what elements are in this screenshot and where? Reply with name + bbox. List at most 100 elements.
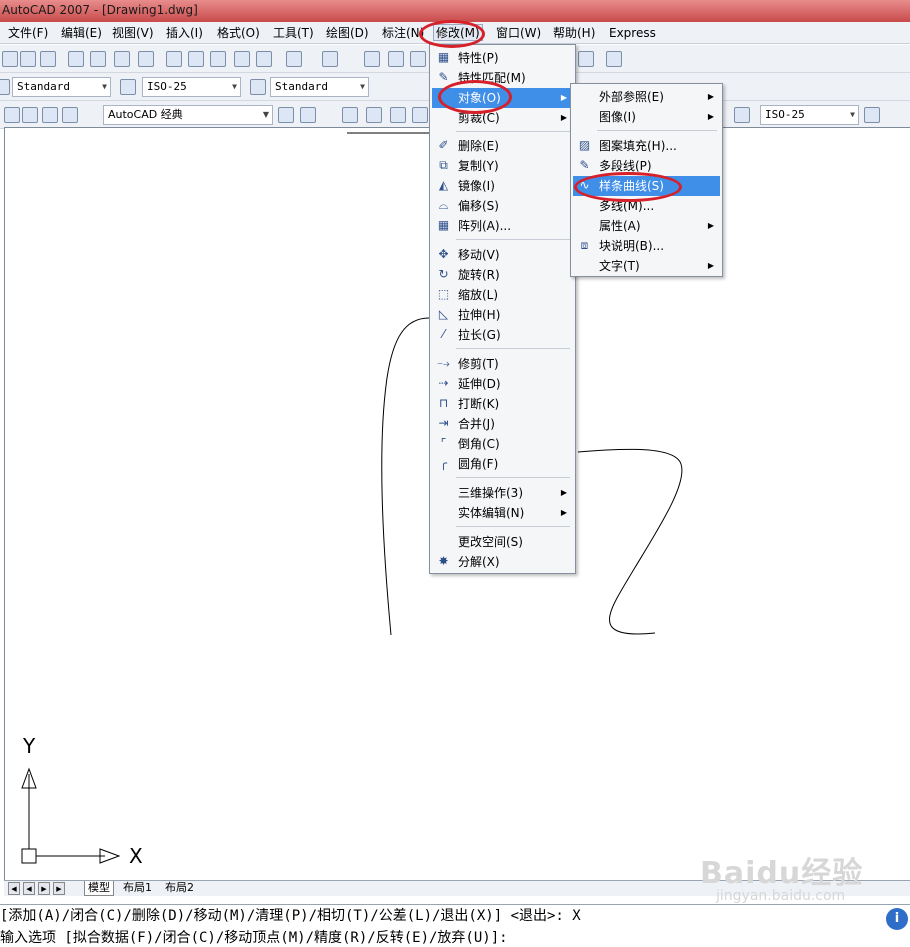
menu-item-3d-operations[interactable]: 三维操作(3) ▶ [432, 483, 573, 503]
tab-model[interactable]: 模型 [84, 881, 114, 896]
menu-item-solid-editing[interactable]: 实体编辑(N) ▶ [432, 503, 573, 523]
menu-view[interactable]: 视图(V) [110, 25, 156, 42]
arc-length-icon[interactable] [390, 107, 406, 123]
menu-draw[interactable]: 绘图(D) [324, 25, 371, 42]
menu-format[interactable]: 格式(O) [215, 25, 262, 42]
pan-icon[interactable] [364, 51, 380, 67]
submenu-item-xref[interactable]: 外部参照(E) ▶ [573, 87, 720, 107]
dim-edit-icon[interactable] [734, 107, 750, 123]
layer-current-icon[interactable] [62, 107, 78, 123]
fillet-icon: ╭ [439, 456, 448, 470]
menu-item-join[interactable]: ⇥ 合并(J) [432, 414, 573, 434]
ordinate-dim-icon[interactable] [412, 107, 428, 123]
spline-curve-right [577, 448, 683, 635]
calculator-icon[interactable] [578, 51, 594, 67]
new-icon[interactable] [2, 51, 18, 67]
tab-layout2[interactable]: 布局2 [162, 881, 197, 896]
block-editor-icon[interactable] [256, 51, 272, 67]
menu-item-erase[interactable]: ✐ 删除(E) [432, 136, 573, 156]
workspace-value: AutoCAD 经典 [108, 108, 183, 121]
menu-item-array[interactable]: ▦ 阵列(A)... [432, 216, 573, 236]
menu-item-fillet[interactable]: ╭ 圆角(F) [432, 454, 573, 474]
tab-layout1[interactable]: 布局1 [120, 881, 155, 896]
menu-tools[interactable]: 工具(T) [271, 25, 316, 42]
table-style-icon[interactable] [250, 79, 266, 95]
menu-item-rotate[interactable]: ↻ 旋转(R) [432, 265, 573, 285]
preview-icon[interactable] [90, 51, 106, 67]
menu-item-extend[interactable]: ⇢ 延伸(D) [432, 374, 573, 394]
hatch-icon: ▨ [578, 138, 591, 152]
menu-item-change-space[interactable]: 更改空间(S) [432, 532, 573, 552]
spline-curve-left [381, 317, 430, 636]
dim-style-select-right[interactable]: ISO-25 ▼ [760, 105, 859, 125]
menu-item-break[interactable]: ⊓ 打断(K) [432, 394, 573, 414]
eraser-icon: ✐ [438, 138, 449, 152]
ucs-y-label: Y [23, 734, 36, 758]
3d-dwf-icon[interactable] [138, 51, 154, 67]
submenu-item-hatch[interactable]: ▨ 图案填充(H)... [573, 136, 720, 156]
menu-item-stretch[interactable]: ◺ 拉伸(H) [432, 305, 573, 325]
menu-item-lengthen[interactable]: ⁄ 拉长(G) [432, 325, 573, 345]
menu-window[interactable]: 窗口(W) [494, 25, 543, 42]
layer-prev-icon[interactable] [42, 107, 58, 123]
text-style-select[interactable]: Standard ▼ [12, 77, 111, 97]
submenu-item-image[interactable]: 图像(I) ▶ [573, 107, 720, 127]
menu-item-offset[interactable]: ⌓ 偏移(S) [432, 196, 573, 216]
table-style-select[interactable]: Standard ▼ [270, 77, 369, 97]
submenu-item-block-description[interactable]: ⧈ 块说明(B)... [573, 236, 720, 256]
first-tab-icon[interactable]: ◀ [8, 882, 20, 895]
menu-item-explode[interactable]: ✸ 分解(X) [432, 552, 573, 572]
layer-states-icon[interactable] [22, 107, 38, 123]
workspace-settings-icon[interactable] [278, 107, 294, 123]
submenu-item-text[interactable]: 文字(T) ▶ [573, 256, 720, 276]
zoom-realtime-icon[interactable] [388, 51, 404, 67]
submenu-arrow-icon: ▶ [707, 261, 714, 270]
ucs-x-label: X [129, 844, 143, 868]
menu-item-properties[interactable]: ▦ 特性(P) [432, 48, 573, 68]
menu-express[interactable]: Express [607, 25, 658, 42]
watermark-url: jingyan.baidu.com [716, 888, 846, 904]
submenu-item-attribute[interactable]: 属性(A) ▶ [573, 216, 720, 236]
menu-item-trim[interactable]: ⤍ 修剪(T) [432, 354, 573, 374]
menu-insert[interactable]: 插入(I) [164, 25, 205, 42]
menu-edit[interactable]: 编辑(E) [59, 25, 104, 42]
redo-icon[interactable] [322, 51, 338, 67]
cut-icon[interactable] [166, 51, 182, 67]
workspace-select[interactable]: AutoCAD 经典 ▼ [103, 105, 273, 125]
paste-icon[interactable] [210, 51, 226, 67]
dim-update-icon[interactable] [864, 107, 880, 123]
next-tab-icon[interactable]: ▶ [38, 882, 50, 895]
menu-item-mirror[interactable]: ◭ 镜像(I) [432, 176, 573, 196]
copy-icon[interactable] [188, 51, 204, 67]
linear-dim-icon[interactable] [342, 107, 358, 123]
open-icon[interactable] [20, 51, 36, 67]
menu-help[interactable]: 帮助(H) [551, 25, 597, 42]
menu-item-chamfer[interactable]: ⌜ 倒角(C) [432, 434, 573, 454]
text-style-icon[interactable] [0, 79, 10, 95]
text-style-value: Standard [17, 80, 70, 93]
layer-icon[interactable] [4, 107, 20, 123]
menu-item-scale[interactable]: ⬚ 缩放(L) [432, 285, 573, 305]
dim-style-select[interactable]: ISO-25 ▼ [142, 77, 241, 97]
last-tab-icon[interactable]: ▶ [53, 882, 65, 895]
menu-item-move[interactable]: ✥ 移动(V) [432, 245, 573, 265]
menu-item-copy[interactable]: ⧉ 复制(Y) [432, 156, 573, 176]
save-icon[interactable] [40, 51, 56, 67]
submenu-arrow-icon: ▶ [707, 112, 714, 121]
aligned-dim-icon[interactable] [366, 107, 382, 123]
menu-separator [456, 526, 570, 527]
publish-icon[interactable] [114, 51, 130, 67]
chevron-down-icon: ▼ [360, 82, 365, 91]
undo-icon[interactable] [286, 51, 302, 67]
help-icon[interactable] [606, 51, 622, 67]
info-icon[interactable]: i [886, 908, 908, 930]
zoom-window-icon[interactable] [410, 51, 426, 67]
prev-tab-icon[interactable]: ◀ [23, 882, 35, 895]
print-icon[interactable] [68, 51, 84, 67]
command-line[interactable]: [添加(A)/闭合(C)/删除(D)/移动(M)/清理(P)/相切(T)/公差(… [0, 904, 910, 947]
dim-style-icon[interactable] [120, 79, 136, 95]
match-properties-icon[interactable] [234, 51, 250, 67]
save-workspace-icon[interactable] [300, 107, 316, 123]
table-style-value: Standard [275, 80, 328, 93]
menu-file[interactable]: 文件(F) [6, 25, 50, 42]
